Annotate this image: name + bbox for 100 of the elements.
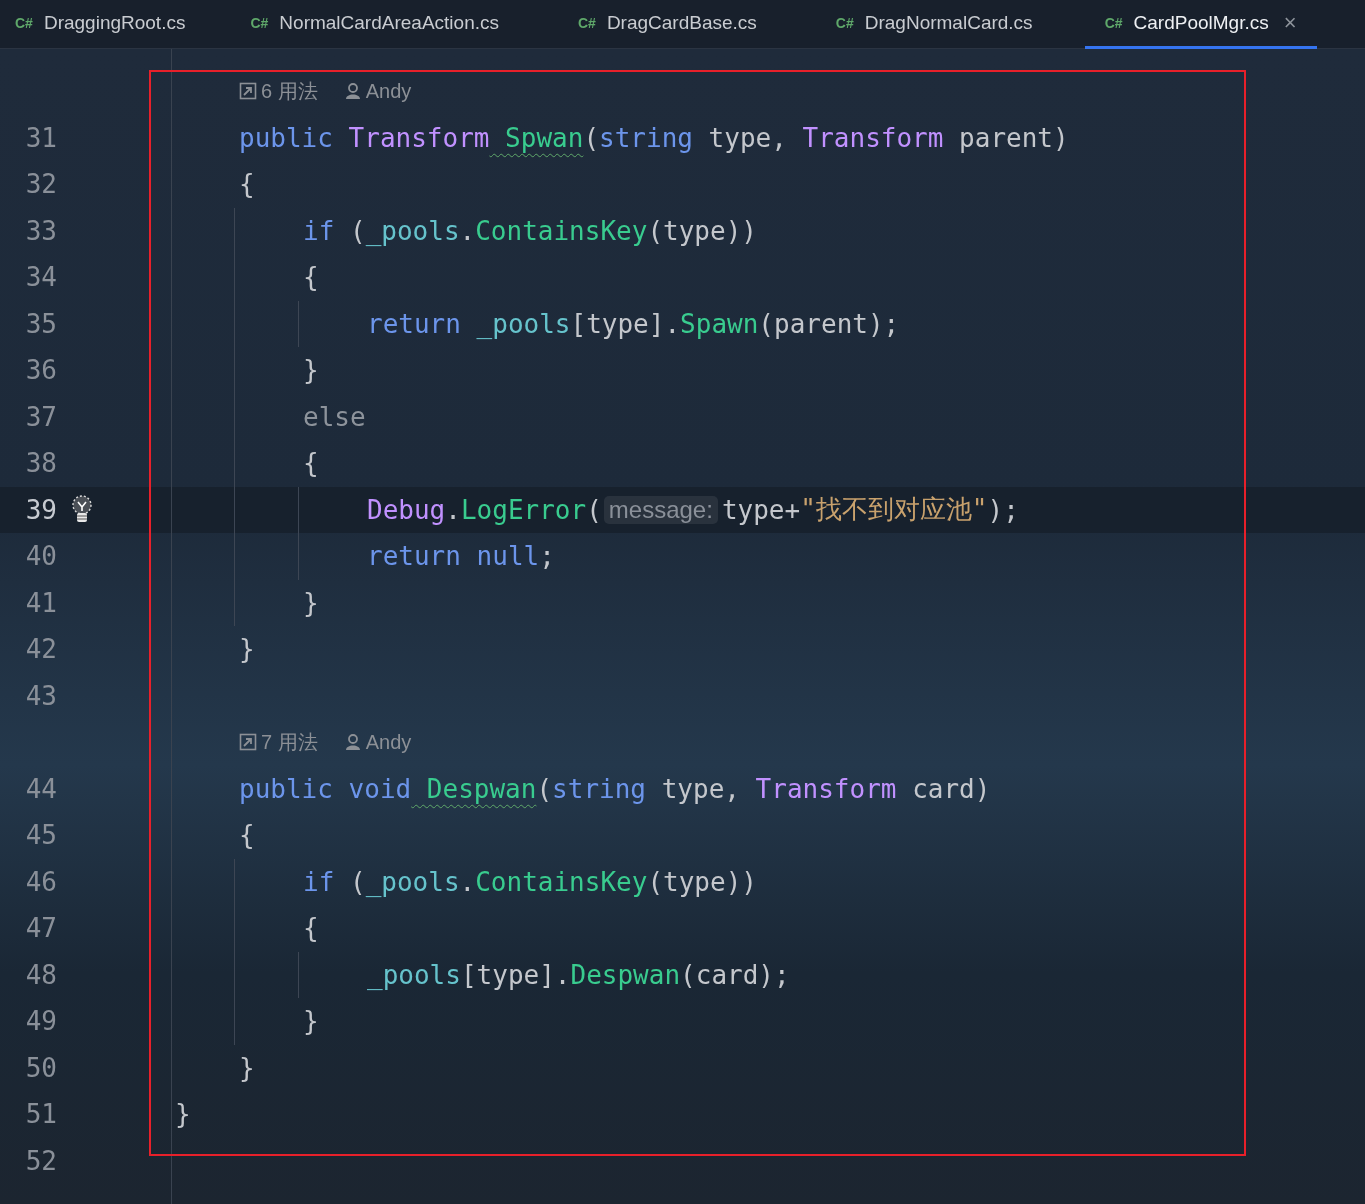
keyword: if bbox=[303, 215, 335, 246]
method-name: ContainsKey bbox=[475, 215, 648, 246]
code-text: type, bbox=[707, 122, 788, 153]
code-text: ; bbox=[539, 541, 555, 572]
csharp-file-icon: C# bbox=[1104, 15, 1123, 31]
type-name: Transform bbox=[802, 122, 944, 153]
code-text: [type]. bbox=[570, 308, 681, 339]
line-number: 43 bbox=[25, 680, 57, 711]
code-text: ( bbox=[586, 494, 602, 525]
line-number: 52 bbox=[25, 1145, 57, 1176]
code-text: (parent); bbox=[758, 308, 900, 339]
code-text: ( bbox=[348, 215, 366, 246]
line-number: 41 bbox=[25, 587, 57, 618]
csharp-file-icon: C# bbox=[578, 15, 596, 31]
line-number: 47 bbox=[25, 913, 57, 944]
line-number: 32 bbox=[25, 169, 57, 200]
code-text: } bbox=[303, 1006, 319, 1037]
line-number: 39 bbox=[25, 494, 57, 525]
keyword: string bbox=[552, 773, 646, 804]
type-name: Debug bbox=[367, 494, 446, 525]
code-text: type+ bbox=[721, 494, 801, 525]
usages-icon[interactable] bbox=[239, 733, 257, 752]
usages-icon[interactable] bbox=[239, 82, 257, 101]
line-number: 48 bbox=[25, 959, 57, 990]
keyword: public bbox=[239, 773, 333, 804]
code-text: ( bbox=[583, 122, 600, 153]
line-number: 35 bbox=[25, 308, 57, 339]
method-name: ContainsKey bbox=[475, 866, 648, 897]
field-name: _pools bbox=[365, 866, 460, 897]
usages-link[interactable]: 6 用法 bbox=[261, 77, 318, 105]
field-name: _pools bbox=[367, 959, 461, 990]
string-literal: "找不到对应池" bbox=[800, 493, 988, 527]
keyword: null bbox=[475, 541, 540, 572]
code-text: { bbox=[303, 448, 319, 479]
code-text: { bbox=[303, 262, 319, 293]
code-text: (card); bbox=[680, 959, 790, 990]
line-number: 31 bbox=[25, 122, 57, 153]
file-tab[interactable]: C# DragCardBase.cs bbox=[563, 0, 791, 49]
line-number: 50 bbox=[25, 1052, 57, 1083]
code-text: ( bbox=[348, 866, 366, 897]
author-name: Andy bbox=[365, 79, 412, 103]
method-name: LogError bbox=[460, 494, 587, 525]
code-text: } bbox=[239, 634, 255, 665]
code-text: ); bbox=[987, 494, 1019, 525]
code-text: . bbox=[459, 866, 476, 897]
line-number: 36 bbox=[25, 355, 57, 386]
keyword: else bbox=[303, 401, 366, 432]
keyword: return bbox=[367, 541, 461, 572]
csharp-file-icon: C# bbox=[835, 15, 854, 31]
method-name: Despwan bbox=[425, 773, 537, 804]
method-name: Spwan bbox=[504, 122, 584, 153]
line-number: 38 bbox=[25, 448, 57, 479]
code-text: . bbox=[459, 215, 476, 246]
code-text: ( bbox=[536, 773, 553, 804]
code-text: (type)) bbox=[647, 215, 757, 246]
line-number: 34 bbox=[25, 262, 57, 293]
code-text: [type]. bbox=[460, 959, 571, 990]
line-number: 44 bbox=[25, 773, 57, 804]
code-text: parent) bbox=[958, 122, 1069, 153]
type-name: Transform bbox=[347, 122, 490, 153]
line-number: 45 bbox=[25, 820, 57, 851]
code-text: { bbox=[239, 169, 255, 200]
code-text: { bbox=[303, 913, 319, 944]
parameter-hint: message: bbox=[603, 495, 718, 524]
keyword: string bbox=[599, 122, 693, 153]
method-name: Despwan bbox=[570, 959, 681, 990]
line-number: 37 bbox=[25, 401, 57, 432]
line-number: 46 bbox=[25, 866, 57, 897]
method-name: Spawn bbox=[680, 308, 759, 339]
line-number: 40 bbox=[25, 541, 57, 572]
code-text: card) bbox=[911, 773, 991, 804]
line-number: 49 bbox=[25, 1006, 57, 1037]
code-text: } bbox=[175, 1099, 191, 1130]
usages-link[interactable]: 7 用法 bbox=[261, 728, 318, 756]
keyword: return bbox=[367, 308, 461, 339]
lightbulb-icon[interactable] bbox=[71, 494, 93, 525]
keyword: if bbox=[303, 866, 335, 897]
person-icon bbox=[343, 82, 362, 101]
keyword: void bbox=[347, 773, 412, 804]
code-text: . bbox=[445, 494, 461, 525]
code-text: type, bbox=[660, 773, 741, 804]
file-tab[interactable]: C# DraggingRoot.cs bbox=[0, 0, 220, 49]
line-number: 42 bbox=[25, 634, 57, 665]
line-number: 51 bbox=[25, 1099, 57, 1130]
keyword: public bbox=[239, 122, 333, 153]
file-tab[interactable]: C# DragNormalCard.cs bbox=[820, 0, 1067, 49]
csharp-file-icon: C# bbox=[250, 15, 269, 31]
code-text: { bbox=[239, 820, 255, 851]
code-text: } bbox=[303, 587, 319, 618]
close-icon[interactable]: × bbox=[1283, 10, 1297, 36]
file-tab[interactable]: C# NormalCardAreaAction.cs bbox=[235, 0, 533, 49]
type-name: Transform bbox=[755, 773, 897, 804]
line-number: 33 bbox=[25, 215, 57, 246]
csharp-file-icon: C# bbox=[15, 15, 33, 31]
person-icon bbox=[343, 733, 362, 752]
field-name: _pools bbox=[475, 308, 571, 339]
code-text: (type)) bbox=[647, 866, 757, 897]
field-name: _pools bbox=[365, 215, 460, 246]
code-text: } bbox=[239, 1052, 255, 1083]
author-name: Andy bbox=[365, 730, 412, 754]
